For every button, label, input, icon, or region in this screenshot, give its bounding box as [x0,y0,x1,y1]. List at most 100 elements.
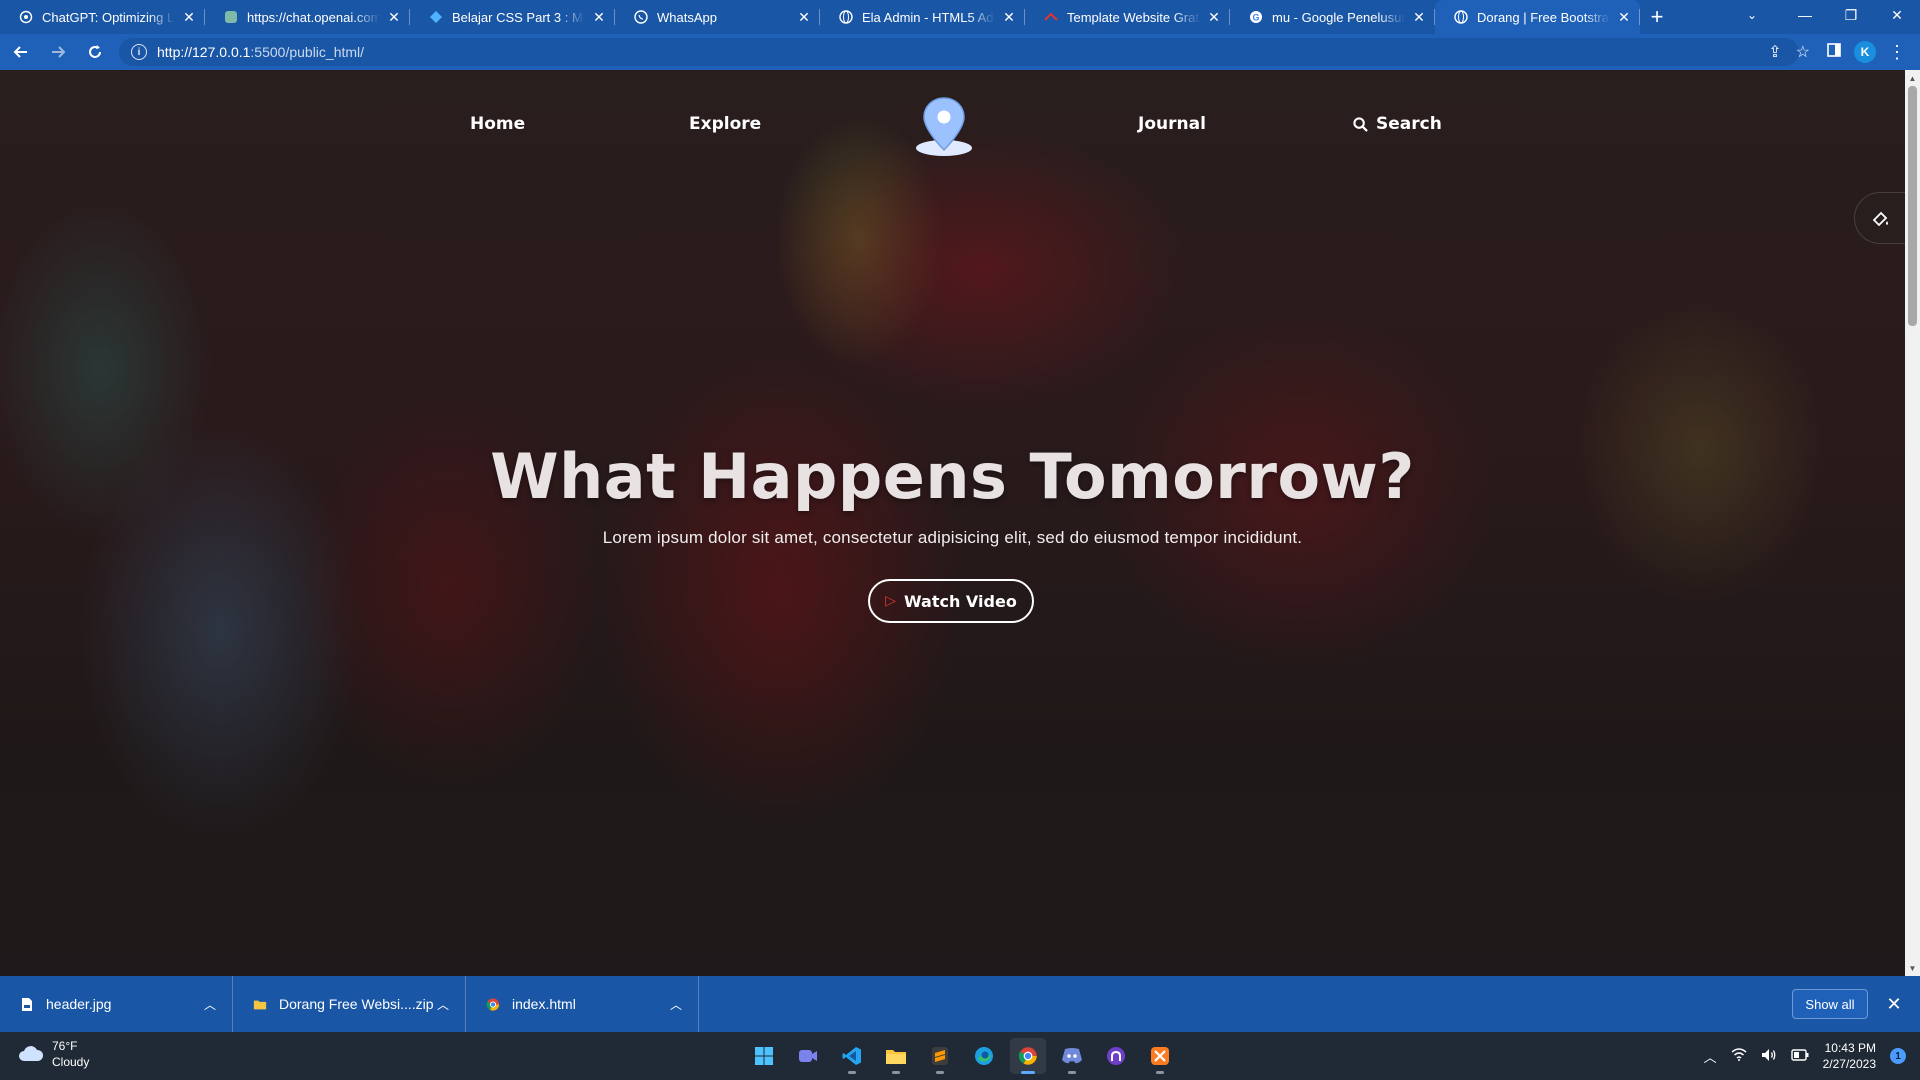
taskbar-apps [746,1038,1178,1074]
globe-icon [1453,9,1469,25]
globe-icon [838,9,854,25]
chevron-up-icon[interactable]: ︿ [670,996,682,1013]
profile-avatar[interactable]: K [1854,41,1876,63]
reload-button[interactable] [79,36,111,68]
sublime-text-icon[interactable] [922,1038,958,1074]
windows-start-icon[interactable] [746,1038,782,1074]
show-all-downloads-button[interactable]: Show all [1792,989,1868,1019]
code-icon [428,9,444,25]
windows-taskbar: 76°F Cloudy ︿ 10:43 PM 2/27/2023 1 [0,1032,1920,1080]
search-icon [1353,116,1368,132]
scroll-down-arrow-icon[interactable]: ▼ [1905,961,1920,975]
vscode-icon[interactable] [834,1038,870,1074]
bookmark-star-icon[interactable]: ☆ [1796,42,1810,62]
close-icon[interactable]: ✕ [1206,9,1222,25]
browser-tab[interactable]: Template Website Gratis d ✕ [1025,0,1230,34]
download-item[interactable]: Dorang Free Websi....zip ︿ [233,976,466,1032]
scroll-up-arrow-icon[interactable]: ▲ [1905,71,1920,85]
svg-text:G: G [1252,13,1259,23]
download-item[interactable]: index.html ︿ [466,976,699,1032]
nav-journal-link[interactable]: Journal [1138,114,1206,134]
new-tab-button[interactable]: + [1640,0,1674,34]
tab-strip: ChatGPT: Optimizing Language ✕ https://c… [0,0,1920,34]
xampp-icon[interactable] [1142,1038,1178,1074]
toolbar-right: K ⋮ [1826,34,1920,70]
info-icon[interactable]: i [131,44,147,60]
watch-video-button[interactable]: ▷ Watch Video [868,579,1034,623]
site-navbar: Home Explore Journal Search [0,70,1905,180]
tab-title: Dorang | Free Bootstrap 4 [1477,9,1610,25]
address-bar[interactable]: i http://127.0.0.1:5500/public_html/ [119,38,1799,66]
clock-date: 2/27/2023 [1822,1057,1876,1071]
chrome-taskbar-icon[interactable] [1010,1038,1046,1074]
wifi-icon[interactable] [1731,1048,1747,1064]
running-indicator [1156,1071,1164,1074]
download-filename: header.jpg [46,996,112,1012]
download-filename: Dorang Free Websi....zip [279,996,434,1012]
browser-tab[interactable]: Belajar CSS Part 3 : Mengu ✕ [410,0,615,34]
close-icon[interactable]: ✕ [1616,9,1632,25]
url-host: http://127.0.0.1 [157,44,251,60]
page-scrollbar[interactable]: ▲ ▼ [1905,70,1920,976]
download-item[interactable]: header.jpg ︿ [0,976,233,1032]
close-icon[interactable]: ✕ [796,9,812,25]
tab-title: WhatsApp [657,9,717,25]
nav-explore-link[interactable]: Explore [689,114,761,134]
volume-icon[interactable] [1761,1048,1777,1065]
chevron-up-icon[interactable]: ︿ [204,996,216,1013]
browser-tab[interactable]: ChatGPT: Optimizing Language ✕ [0,0,205,34]
close-download-shelf-icon[interactable]: ✕ [1882,991,1906,1017]
system-tray: ︿ 10:43 PM 2/27/2023 1 [1704,1032,1920,1080]
clock-time: 10:43 PM [1824,1041,1876,1055]
close-icon[interactable]: ✕ [1001,9,1017,25]
nav-home-link[interactable]: Home [470,114,525,134]
tab-title: Ela Admin - HTML5 Admin [862,9,995,25]
weather-widget[interactable]: 76°F Cloudy [18,1038,89,1070]
edge-icon[interactable] [966,1038,1002,1074]
nav-search-label: Search [1376,114,1442,134]
chevron-up-icon[interactable]: ︿ [1704,1047,1717,1066]
image-file-icon [20,996,34,1012]
forward-button[interactable] [42,36,74,68]
minimize-button[interactable]: — [1782,0,1828,30]
browser-tab[interactable]: G mu - Google Penelusuran ✕ [1230,0,1435,34]
running-indicator [1021,1071,1035,1074]
color-picker-icon[interactable] [1854,192,1906,244]
side-panel-icon[interactable] [1826,42,1842,63]
chevron-up-icon[interactable]: ︿ [437,996,449,1013]
restore-button[interactable]: ❐ [1828,0,1874,30]
browser-tab[interactable]: Ela Admin - HTML5 Admin ✕ [820,0,1025,34]
file-explorer-icon[interactable] [878,1038,914,1074]
nav-search-link[interactable]: Search [1353,114,1442,134]
discord-icon[interactable] [1054,1038,1090,1074]
tab-title: ChatGPT: Optimizing Language [42,9,175,25]
weather-condition: Cloudy [52,1055,90,1069]
close-icon[interactable]: ✕ [181,9,197,25]
browser-tab[interactable]: https://chat.openai.com ✕ [205,0,410,34]
whatsapp-icon [633,9,649,25]
notification-badge[interactable]: 1 [1890,1048,1906,1064]
close-icon[interactable]: ✕ [386,9,402,25]
arrow-left-icon [13,46,27,58]
url-path: :5500/public_html/ [250,44,365,60]
running-indicator [892,1071,900,1074]
battery-icon[interactable] [1790,1048,1809,1064]
browser-tab[interactable]: WhatsApp ✕ [615,0,820,34]
clock[interactable]: 10:43 PM 2/27/2023 [1823,1040,1876,1072]
google-icon: G [1248,9,1264,25]
back-button[interactable] [5,36,37,68]
share-icon[interactable]: ⇪ [1768,42,1781,62]
window-controls: — ❐ ✕ [1782,0,1920,34]
close-window-button[interactable]: ✕ [1874,0,1920,30]
cloud-icon [18,1045,44,1063]
kebab-menu-icon[interactable]: ⋮ [1888,42,1906,63]
logo-map-pin-icon[interactable] [912,96,976,160]
running-indicator [1068,1071,1076,1074]
close-icon[interactable]: ✕ [591,9,607,25]
close-icon[interactable]: ✕ [1411,9,1427,25]
browser-tab-active[interactable]: Dorang | Free Bootstrap 4 ✕ [1435,0,1640,34]
scroll-thumb[interactable] [1908,86,1917,326]
tab-search-chevron-icon[interactable]: ⌄ [1732,0,1772,30]
github-desktop-icon[interactable] [1098,1038,1134,1074]
teams-meet-icon[interactable] [790,1038,826,1074]
